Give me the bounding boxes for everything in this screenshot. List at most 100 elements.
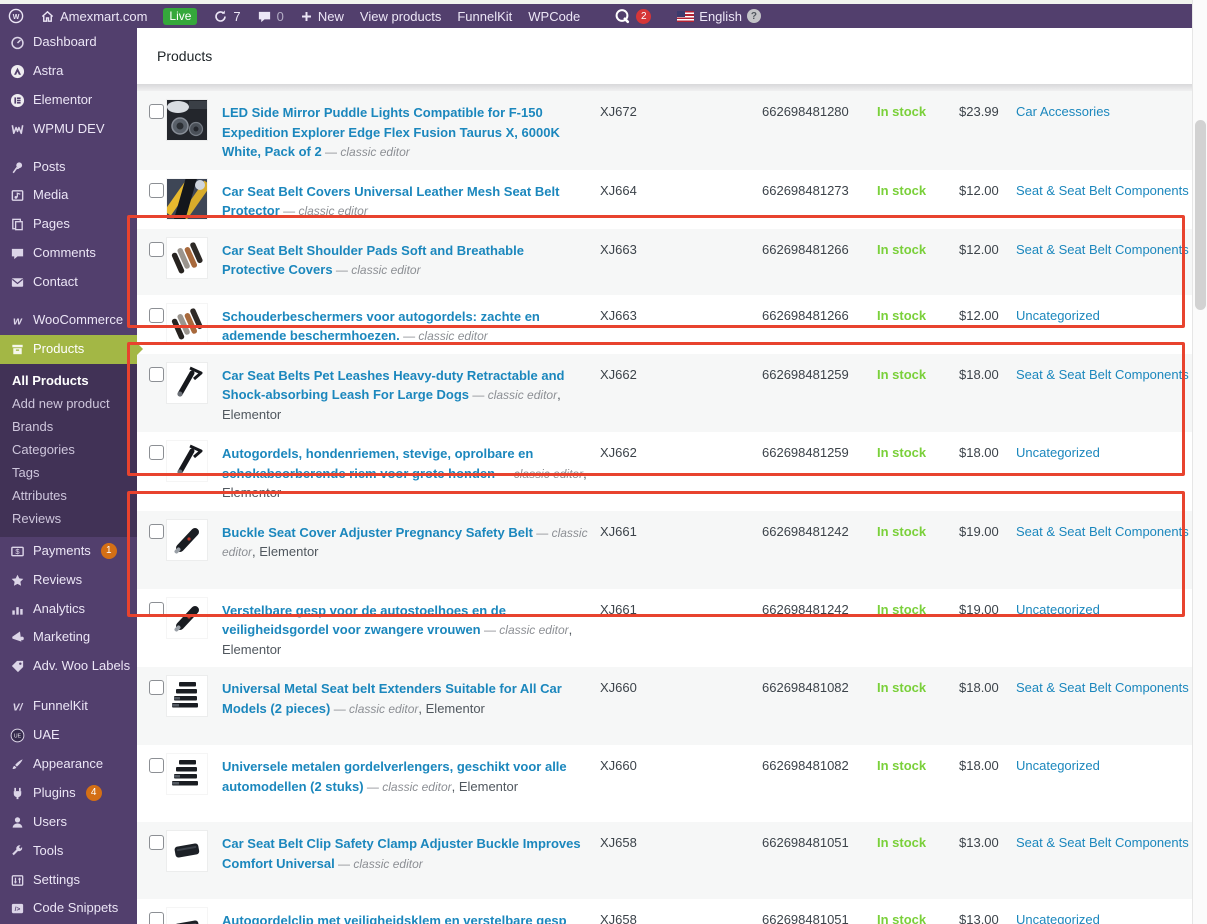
- submenu-item-all-products[interactable]: All Products: [0, 369, 137, 392]
- plugin-icon: [9, 785, 25, 801]
- product-sku: XJ661: [600, 601, 637, 617]
- sidebar-item-comments[interactable]: Comments: [0, 239, 137, 268]
- submenu-item-attributes[interactable]: Attributes: [0, 484, 137, 507]
- sidebar-item-analytics[interactable]: Analytics: [0, 595, 137, 624]
- site-menu[interactable]: Amexmart.com: [32, 4, 155, 28]
- sidebar-item-marketing[interactable]: Marketing: [0, 623, 137, 652]
- row-checkbox[interactable]: [149, 104, 164, 119]
- sidebar-item-dashboard[interactable]: Dashboard: [0, 28, 137, 57]
- sidebar-item-reviews[interactable]: Reviews: [0, 566, 137, 595]
- code-icon: />: [9, 901, 25, 917]
- wpcode-label: WPCode: [528, 8, 581, 24]
- product-category-link[interactable]: Seat & Seat Belt Components: [1016, 242, 1189, 257]
- submenu-item-categories[interactable]: Categories: [0, 438, 137, 461]
- row-checkbox[interactable]: [149, 182, 164, 198]
- product-category-link[interactable]: Uncategorized: [1016, 602, 1100, 617]
- table-row: Universal Metal Seat belt Extenders Suit…: [137, 667, 1192, 745]
- row-checkbox[interactable]: [149, 445, 164, 460]
- product-title-link[interactable]: Car Seat Belt Covers Universal Leather M…: [222, 184, 559, 219]
- brush-icon: [9, 756, 25, 772]
- row-checkbox[interactable]: [149, 912, 164, 924]
- sidebar-item-settings[interactable]: Settings: [0, 866, 137, 895]
- media-icon: [9, 188, 25, 204]
- sidebar-item-woocommerce[interactable]: w WooCommerce: [0, 306, 137, 335]
- stock-status: In stock: [877, 680, 927, 695]
- sidebar-item-adv-woo-labels[interactable]: Adv. Woo Labels: [0, 652, 137, 681]
- row-checkbox[interactable]: [149, 241, 164, 257]
- product-title-link[interactable]: Autogordels, hondenriemen, stevige, opro…: [222, 446, 533, 481]
- submenu-item-tags[interactable]: Tags: [0, 461, 137, 484]
- row-checkbox[interactable]: [149, 366, 164, 382]
- product-category-link[interactable]: Uncategorized: [1016, 445, 1100, 460]
- product-thumbnail: [167, 511, 222, 560]
- product-category-link[interactable]: Seat & Seat Belt Components: [1016, 524, 1189, 539]
- product-title-link[interactable]: Buckle Seat Cover Adjuster Pregnancy Saf…: [222, 525, 533, 540]
- product-category-link[interactable]: Car Accessories: [1016, 104, 1110, 119]
- product-thumbnail: [167, 432, 222, 481]
- wp-logo-menu[interactable]: W: [0, 4, 32, 28]
- product-category-link[interactable]: Seat & Seat Belt Components: [1016, 367, 1189, 382]
- product-title-link[interactable]: Schouderbeschermers voor autogordels: za…: [222, 309, 540, 344]
- sidebar-item-wpmu-dev[interactable]: WPMU DEV: [0, 115, 137, 144]
- product-title-link[interactable]: Verstelbare gesp voor de autostoelhoes e…: [222, 603, 506, 638]
- product-thumbnail: [167, 589, 222, 638]
- sidebar-item-tools[interactable]: Tools: [0, 837, 137, 866]
- sidebar-item-posts[interactable]: Posts: [0, 153, 137, 182]
- submenu-item-add-new-product[interactable]: Add new product: [0, 392, 137, 415]
- product-price: $18.00: [959, 758, 999, 773]
- product-category-link[interactable]: Seat & Seat Belt Components: [1016, 183, 1189, 198]
- sidebar-item-contact[interactable]: Contact: [0, 268, 137, 297]
- product-title-link[interactable]: Autogordelclip met veiligheidsklem en ve…: [222, 913, 567, 924]
- sidebar-item-products[interactable]: Products: [0, 334, 143, 364]
- funnelkit-toolbar-link[interactable]: FunnelKit: [449, 4, 520, 28]
- submenu-item-brands[interactable]: Brands: [0, 415, 137, 438]
- product-category-link[interactable]: Uncategorized: [1016, 758, 1100, 773]
- scrollbar-thumb[interactable]: [1195, 120, 1206, 310]
- tag-icon: [9, 659, 25, 675]
- row-checkbox[interactable]: [149, 835, 164, 850]
- help-icon[interactable]: ?: [746, 9, 761, 23]
- sidebar-item-media[interactable]: Media: [0, 181, 137, 210]
- admin-bar: W Amexmart.com Live 7 0 New View product…: [0, 4, 1192, 28]
- language-switcher[interactable]: English ?: [669, 4, 769, 28]
- submenu-item-reviews[interactable]: Reviews: [0, 507, 137, 530]
- scroll-shadow: [137, 84, 1192, 91]
- us-flag-icon: [677, 10, 695, 22]
- row-checkbox[interactable]: [149, 523, 164, 539]
- star-icon: [9, 572, 25, 588]
- view-products-link[interactable]: View products: [352, 4, 449, 28]
- new-button[interactable]: New: [292, 4, 352, 28]
- row-checkbox[interactable]: [149, 680, 164, 695]
- plugins-badge: 4: [85, 785, 102, 802]
- product-category-link[interactable]: Seat & Seat Belt Components: [1016, 835, 1189, 850]
- product-category-link[interactable]: Uncategorized: [1016, 912, 1100, 924]
- product-category-link[interactable]: Uncategorized: [1016, 308, 1100, 323]
- row-checkbox[interactable]: [149, 758, 164, 773]
- row-checkbox[interactable]: [149, 307, 164, 323]
- sidebar-item-payments[interactable]: $ Payments 1: [0, 537, 137, 566]
- product-category-link[interactable]: Seat & Seat Belt Components: [1016, 680, 1189, 695]
- sidebar-item-plugins[interactable]: Plugins 4: [0, 779, 137, 808]
- product-sku: XJ661: [600, 523, 637, 539]
- update-icon: [215, 10, 227, 22]
- wpcode-toolbar-link[interactable]: WPCode: [520, 4, 588, 28]
- new-label: New: [317, 8, 344, 24]
- comments-item[interactable]: 0: [249, 4, 292, 28]
- scrollbar[interactable]: [1192, 0, 1207, 924]
- sidebar-item-appearance[interactable]: Appearance: [0, 750, 137, 779]
- sidebar-item-astra[interactable]: Astra: [0, 57, 137, 86]
- post-state-extra: , Elementor: [252, 544, 319, 559]
- envelope-icon: [9, 275, 25, 291]
- product-price: $12.00: [959, 307, 999, 323]
- table-row: LED Side Mirror Puddle Lights Compatible…: [137, 91, 1192, 170]
- sidebar-item-code-snippets[interactable]: /> Code Snippets: [0, 894, 137, 923]
- sidebar-item-funnelkit[interactable]: V/ FunnelKit: [0, 692, 137, 721]
- sidebar-item-elementor[interactable]: Elementor: [0, 86, 137, 115]
- sidebar-item-pages[interactable]: Pages: [0, 210, 137, 239]
- row-checkbox[interactable]: [149, 601, 164, 617]
- support-menu[interactable]: 2: [606, 4, 659, 28]
- sidebar-item-uae[interactable]: UE UAE: [0, 721, 137, 750]
- updates-item[interactable]: 7: [205, 4, 248, 28]
- bar-chart-icon: [9, 601, 25, 617]
- sidebar-item-users[interactable]: Users: [0, 808, 137, 837]
